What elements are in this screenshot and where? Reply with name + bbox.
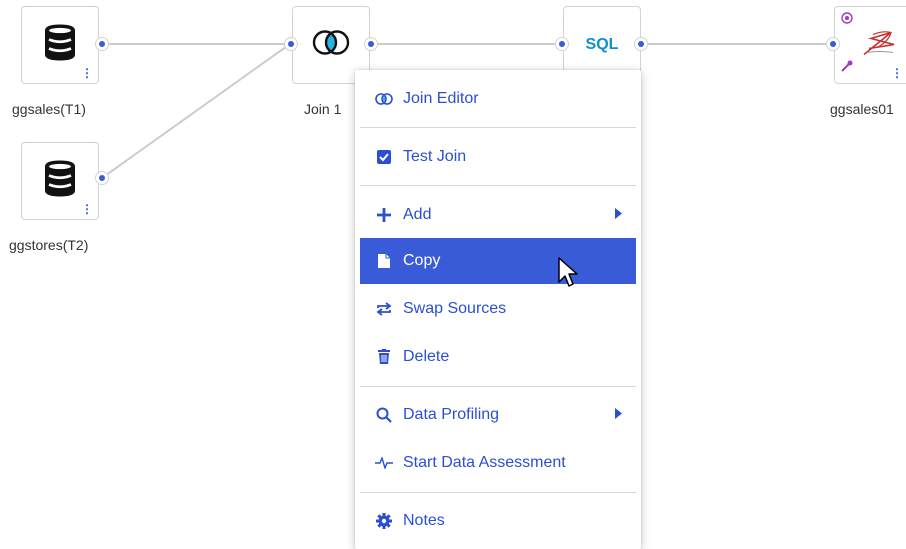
- menu-item-join-editor[interactable]: Join Editor: [360, 76, 636, 122]
- menu-item-label: Delete: [403, 348, 450, 365]
- pulse-icon: [374, 453, 394, 473]
- input-port[interactable]: [555, 37, 569, 51]
- menu-item-label: Test Join: [403, 148, 467, 165]
- menu-item-notes[interactable]: Notes: [360, 498, 636, 544]
- check-square-icon: [374, 147, 394, 167]
- context-menu: Join Editor Test Join Add Copy Swap Sour…: [355, 70, 641, 549]
- menu-item-label: Notes: [403, 512, 445, 529]
- menu-item-label: Join Editor: [403, 90, 479, 107]
- database-icon: [40, 159, 80, 204]
- database-icon: [40, 23, 80, 68]
- plus-icon: [374, 205, 394, 225]
- node-label-join1: Join 1: [304, 101, 342, 117]
- output-port[interactable]: [634, 37, 648, 51]
- node-menu-icon[interactable]: ⋮: [81, 67, 93, 79]
- menu-item-label: Swap Sources: [403, 300, 507, 317]
- menu-item-start-data-assessment[interactable]: Start Data Assessment: [360, 440, 636, 486]
- node-menu-icon[interactable]: ⋮: [81, 203, 93, 215]
- menu-item-test-join[interactable]: Test Join: [360, 134, 636, 180]
- menu-divider: [360, 127, 636, 128]
- node-label-ggsales01: ggsales01: [830, 101, 894, 117]
- output-port[interactable]: [95, 37, 109, 51]
- node-ggsales01[interactable]: ⋮: [834, 6, 906, 84]
- output-port[interactable]: [364, 37, 378, 51]
- menu-divider: [360, 386, 636, 387]
- swap-icon: [374, 299, 394, 319]
- copy-icon: [374, 251, 394, 271]
- menu-item-add[interactable]: Add: [360, 192, 636, 238]
- menu-item-delete[interactable]: Delete: [360, 334, 636, 380]
- menu-divider: [360, 492, 636, 493]
- trash-icon: [374, 347, 394, 367]
- target-badge-icon: [841, 11, 853, 29]
- input-port[interactable]: [284, 37, 298, 51]
- menu-item-data-profiling[interactable]: Data Profiling: [360, 392, 636, 438]
- menu-item-swap-sources[interactable]: Swap Sources: [360, 286, 636, 332]
- edge-ggstores-join: [101, 43, 291, 179]
- gear-icon: [374, 511, 394, 531]
- mouse-pointer-icon: [557, 256, 581, 295]
- search-icon: [374, 405, 394, 425]
- menu-divider: [360, 185, 636, 186]
- menu-item-label: Copy: [403, 252, 441, 269]
- node-label-ggstores-t2: ggstores(T2): [9, 237, 89, 253]
- submenu-arrow-icon: [615, 206, 622, 224]
- node-menu-icon[interactable]: ⋮: [891, 67, 903, 79]
- flow-canvas[interactable]: ⋮ ggsales(T1) ⋮ ggstores(T2) Join 1 SQL …: [0, 0, 906, 549]
- sql-server-icon: [861, 27, 897, 64]
- menu-item-copy[interactable]: Copy: [360, 238, 636, 284]
- output-port[interactable]: [95, 171, 109, 185]
- node-label-ggsales-t1: ggsales(T1): [12, 101, 86, 117]
- key-icon: [841, 59, 853, 77]
- input-port[interactable]: [826, 37, 840, 51]
- join-icon: [374, 89, 394, 109]
- node-ggstores-t2[interactable]: ⋮: [21, 142, 99, 220]
- menu-item-label: Data Profiling: [403, 406, 500, 423]
- join-icon: [311, 29, 351, 62]
- node-ggsales-t1[interactable]: ⋮: [21, 6, 99, 84]
- menu-item-label: Add: [403, 206, 432, 223]
- menu-item-label: Start Data Assessment: [403, 454, 566, 471]
- submenu-arrow-icon: [615, 406, 622, 424]
- sql-icon: SQL: [585, 36, 619, 53]
